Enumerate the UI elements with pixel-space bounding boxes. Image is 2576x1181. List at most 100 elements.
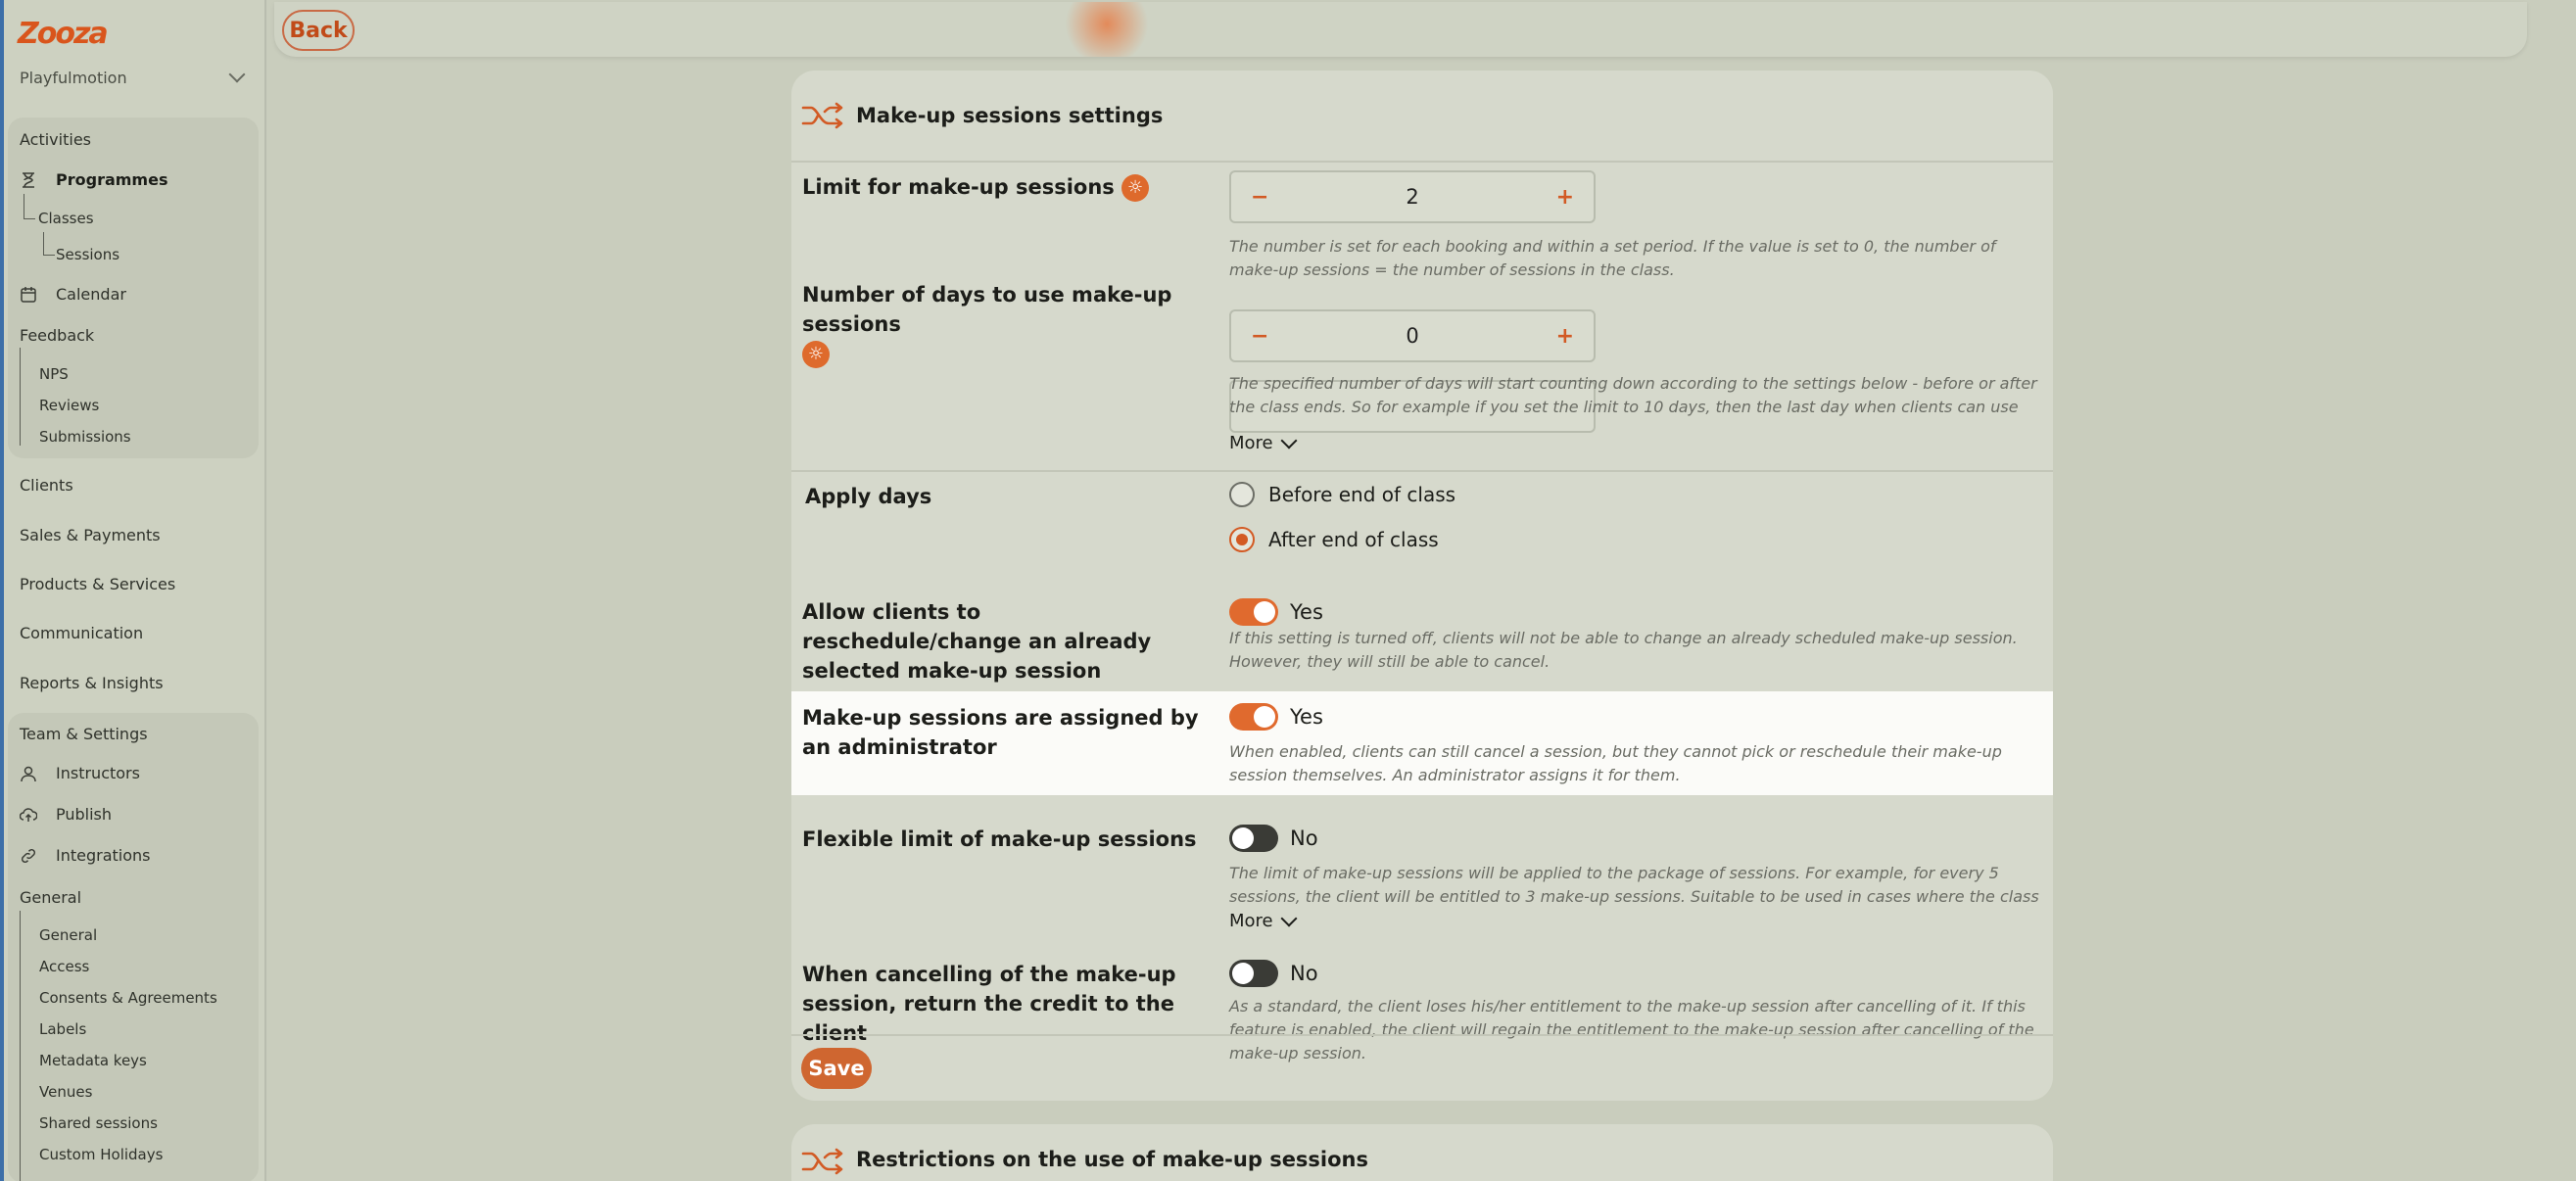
divider [791, 1034, 2053, 1036]
tree-connector [43, 232, 55, 256]
credit-help: As a standard, the client loses his/her … [1229, 997, 2034, 1063]
nav-shared-sessions[interactable]: Shared sessions [39, 1114, 158, 1132]
org-switcher[interactable]: Playfulmotion [20, 65, 251, 90]
nav-publish[interactable]: Publish [56, 805, 112, 824]
nav-sales-payments[interactable]: Sales & Payments [20, 526, 161, 544]
nav-reviews[interactable]: Reviews [39, 397, 99, 414]
tree-connector [24, 194, 35, 219]
toggle-switch[interactable] [1229, 825, 1278, 852]
more-label: More [1229, 911, 1273, 931]
tree-connector [20, 348, 21, 446]
admin-assign-row: Make-up sessions are assigned by an admi… [791, 691, 2053, 795]
nav-sessions[interactable]: Sessions [56, 246, 119, 263]
toggle-switch[interactable] [1229, 703, 1278, 731]
nav-group-team [8, 713, 259, 1181]
app-logo[interactable]: Zooza [18, 16, 109, 51]
radio-button-checked[interactable] [1229, 527, 1255, 552]
nav-feedback[interactable]: Feedback [20, 326, 94, 345]
limit-row: Limit for make-up sessions − 2 + The num… [791, 161, 2053, 279]
nav-integrations[interactable]: Integrations [56, 846, 151, 865]
nav-consents[interactable]: Consents & Agreements [39, 989, 217, 1007]
link-icon [21, 848, 36, 864]
days-help: The specified number of days will start … [1229, 374, 2037, 416]
card-title: Make-up sessions settings [856, 104, 1164, 127]
nav-submissions[interactable]: Submissions [39, 428, 131, 446]
decorative-blob [1058, 2, 1156, 57]
nav-calendar[interactable]: Calendar [56, 285, 126, 304]
nav-reports-insights[interactable]: Reports & Insights [20, 674, 164, 692]
credit-toggle[interactable]: No [1229, 960, 1318, 987]
back-button[interactable]: Back [282, 10, 355, 51]
plus-button[interactable]: + [1556, 324, 1574, 349]
minus-button[interactable]: − [1251, 185, 1268, 210]
nav-venues[interactable]: Venues [39, 1083, 92, 1101]
radio-label: After end of class [1268, 528, 1439, 551]
tree-connector [20, 911, 21, 1181]
flexible-toggle[interactable]: No [1229, 825, 1318, 852]
user-icon [21, 766, 36, 782]
toggle-state: Yes [1290, 705, 1323, 729]
flexible-help: The limit of make-up sessions will be ap… [1229, 864, 2039, 906]
cloud-upload-icon [20, 808, 37, 822]
nav-general-sub[interactable]: General [39, 926, 97, 944]
nav-custom-holidays[interactable]: Custom Holidays [39, 1146, 163, 1163]
nav-clients[interactable]: Clients [20, 476, 73, 495]
card-header: Make-up sessions settings [791, 71, 2053, 161]
radio-before-end[interactable]: Before end of class [1229, 482, 1455, 507]
nav-access[interactable]: Access [39, 958, 89, 975]
days-label-text: Number of days to use make-up sessions [802, 283, 1172, 336]
toggle-state: No [1290, 962, 1318, 985]
nav-programmes[interactable]: Programmes [56, 170, 167, 189]
minus-button[interactable]: − [1251, 324, 1268, 349]
limit-label: Limit for make-up sessions [802, 172, 1204, 202]
toggle-switch[interactable] [1229, 598, 1278, 626]
nav-activities[interactable]: Activities [20, 130, 91, 149]
chevron-down-icon [228, 66, 246, 83]
days-stepper[interactable]: − 0 + [1229, 309, 1596, 362]
org-name: Playfulmotion [20, 68, 127, 87]
reschedule-help: If this setting is turned off, clients w… [1229, 629, 2018, 671]
reschedule-toggle[interactable]: Yes [1229, 598, 1323, 626]
reschedule-label-visible: Allow clients to reschedule/change an al… [802, 600, 1152, 683]
credit-row: When cancelling of the make-up session, … [791, 932, 2053, 1063]
nav-general[interactable]: General [20, 888, 81, 907]
radio-button[interactable] [1229, 482, 1255, 507]
admin-toggle[interactable]: Yes [1229, 703, 1323, 731]
sidebar: Zooza Playfulmotion Activities Programme… [0, 0, 266, 1181]
more-label: More [1229, 433, 1273, 453]
flexible-more-toggle[interactable]: More [1229, 910, 1298, 931]
radio-after-end[interactable]: After end of class [1229, 527, 1439, 552]
limit-label-text: Limit for make-up sessions [802, 175, 1115, 199]
days-value[interactable]: 0 [1406, 324, 1418, 348]
limit-value[interactable]: 2 [1406, 185, 1418, 209]
limit-stepper[interactable]: − 2 + [1229, 170, 1596, 223]
admin-label: Make-up sessions are assigned by an admi… [802, 706, 1199, 759]
window-edge [0, 0, 4, 1181]
nav-nps[interactable]: NPS [39, 365, 69, 383]
card-title: Restrictions on the use of make-up sessi… [856, 1148, 1369, 1171]
nav-metadata-keys[interactable]: Metadata keys [39, 1052, 147, 1069]
nav-team-settings[interactable]: Team & Settings [20, 725, 148, 743]
info-icon[interactable] [802, 341, 830, 368]
nav-products-services[interactable]: Products & Services [20, 575, 175, 593]
info-icon[interactable] [1121, 174, 1150, 202]
admin-help: When enabled, clients can still cancel a… [1229, 742, 2002, 784]
card-header: Restrictions on the use of make-up sessi… [791, 1124, 2053, 1181]
calendar-icon [21, 287, 36, 303]
restrictions-card: Restrictions on the use of make-up sessi… [791, 1124, 2053, 1181]
toggle-state: Yes [1290, 600, 1323, 624]
nav-labels[interactable]: Labels [39, 1020, 86, 1038]
nav-instructors[interactable]: Instructors [56, 764, 140, 782]
save-button[interactable]: Save [801, 1048, 872, 1089]
toggle-switch[interactable] [1229, 960, 1278, 987]
nav-communication[interactable]: Communication [20, 624, 143, 642]
plus-button[interactable]: + [1556, 185, 1574, 210]
toggle-state: No [1290, 827, 1318, 850]
logo-text: Zooza [18, 16, 109, 51]
nav-classes[interactable]: Classes [38, 210, 94, 227]
chevron-down-icon [1280, 432, 1298, 449]
radio-label: Before end of class [1268, 483, 1456, 506]
days-more-toggle[interactable]: More [1229, 432, 1298, 453]
flexible-row: Flexible limit of make-up sessions No Th… [791, 795, 2053, 931]
chevron-down-icon [1280, 910, 1298, 926]
